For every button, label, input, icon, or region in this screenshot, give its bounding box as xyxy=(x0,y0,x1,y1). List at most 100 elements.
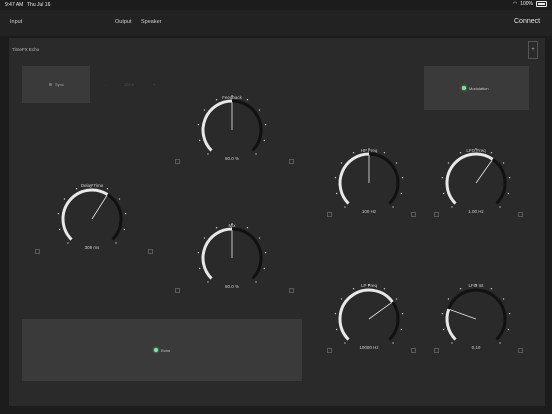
knob-tick xyxy=(447,298,450,300)
knob-tick xyxy=(106,188,109,190)
knob-tick xyxy=(499,206,501,208)
knob-tick xyxy=(258,109,261,111)
status-right: ◠ 100% xyxy=(513,1,547,7)
sync-led xyxy=(49,83,52,86)
knob-tick xyxy=(507,192,510,195)
knob-tick xyxy=(508,176,511,179)
knob-pointer xyxy=(91,195,108,220)
knob-tick xyxy=(442,192,445,195)
modulation-toggle[interactable]: Modulation xyxy=(424,66,529,110)
knob-tick xyxy=(400,192,403,195)
knob-min-checkbox[interactable] xyxy=(175,288,180,293)
knob-tick xyxy=(115,242,117,244)
knob-max-checkbox[interactable] xyxy=(148,249,153,254)
knob-tick xyxy=(215,99,218,101)
knob-tick xyxy=(490,152,493,154)
tab-input[interactable]: Input xyxy=(10,19,22,25)
knob-tick xyxy=(401,176,404,179)
knob-tick xyxy=(264,123,267,126)
knob-dial[interactable] xyxy=(439,146,513,220)
knob-tick xyxy=(459,288,462,290)
knob-tick xyxy=(231,95,233,97)
knob-tick xyxy=(198,139,201,142)
knob-tick xyxy=(451,206,453,208)
knob-tick xyxy=(123,228,126,231)
tempo-plus-button[interactable]: + xyxy=(153,82,155,87)
knob-tick xyxy=(490,288,493,290)
knob-tick xyxy=(334,176,337,179)
knob-tick xyxy=(75,188,78,190)
knob-max-checkbox[interactable] xyxy=(289,288,294,293)
knob-dial[interactable] xyxy=(195,221,269,295)
add-button[interactable]: + xyxy=(528,41,538,59)
connect-button[interactable]: Connect xyxy=(514,18,540,25)
knob-dial[interactable] xyxy=(195,93,269,167)
knob-tick xyxy=(264,251,267,254)
knob-tick xyxy=(401,312,404,315)
knob-tick xyxy=(255,281,257,283)
knob-fill xyxy=(445,308,457,341)
knob-tick xyxy=(57,212,60,215)
knob-fill xyxy=(61,188,109,241)
knob-tick xyxy=(340,298,343,300)
knob-tick xyxy=(263,267,266,270)
knob-tick xyxy=(263,139,266,142)
knob-tick xyxy=(352,152,355,154)
knob-tick xyxy=(124,212,127,215)
knob-tick xyxy=(63,198,66,200)
tab-speaker[interactable]: Speaker xyxy=(141,19,162,25)
tab-output[interactable]: Output xyxy=(115,19,132,25)
knob-tick xyxy=(203,237,206,239)
tempo-minus-button[interactable]: - xyxy=(105,82,106,87)
echo-toggle[interactable]: Echo xyxy=(22,319,302,381)
knob-tick xyxy=(475,148,477,150)
knob-tick xyxy=(335,192,338,195)
knob-tick xyxy=(499,342,501,344)
knob-max-checkbox[interactable] xyxy=(289,159,294,164)
sync-label: Sync xyxy=(55,82,64,87)
knob-tick xyxy=(475,284,477,286)
knob-fill xyxy=(201,227,233,280)
knob-tick xyxy=(368,284,370,286)
knob-tick xyxy=(91,184,93,186)
knob-tick xyxy=(335,328,338,331)
top-bar: Input Output Speaker Connect xyxy=(0,10,552,36)
knob-max-checkbox[interactable] xyxy=(411,212,416,217)
knob-tick xyxy=(207,281,209,283)
echo-led xyxy=(154,348,158,352)
knob-tick xyxy=(441,312,444,315)
panel-title: TimeFX Echo xyxy=(12,47,40,52)
knob-fill xyxy=(338,152,370,205)
knob-track xyxy=(445,288,507,341)
knob-tick xyxy=(395,162,398,164)
wifi-icon: ◠ xyxy=(512,1,518,7)
knob-tick xyxy=(258,237,261,239)
knob-tick xyxy=(344,206,346,208)
status-time: 9:47 AM xyxy=(5,2,24,8)
knob-tick xyxy=(507,328,510,331)
knob-dial[interactable] xyxy=(55,182,129,256)
knob-min-checkbox[interactable] xyxy=(175,159,180,164)
knob-max-checkbox[interactable] xyxy=(518,348,523,353)
echo-label: Echo xyxy=(161,348,171,353)
knob-tick xyxy=(198,267,201,270)
knob-dial[interactable] xyxy=(439,282,513,356)
knob-fill xyxy=(201,99,233,152)
knob-tick xyxy=(246,99,249,101)
knob-dial[interactable] xyxy=(332,146,406,220)
sync-toggle[interactable]: Sync xyxy=(22,66,90,103)
knob-max-checkbox[interactable] xyxy=(411,348,416,353)
knob-tick xyxy=(368,148,370,150)
knob-min-checkbox[interactable] xyxy=(35,249,40,254)
knob-pointer xyxy=(368,302,392,320)
knob-pointer xyxy=(449,309,477,320)
knob-max-checkbox[interactable] xyxy=(518,212,523,217)
knob-tick xyxy=(383,288,386,290)
knob-tick xyxy=(246,227,249,229)
knob-tick xyxy=(502,162,505,164)
status-date: Thu Jul 16 xyxy=(27,2,51,8)
knob-tick xyxy=(231,223,233,225)
knob-fill xyxy=(445,152,494,205)
battery-icon xyxy=(536,1,547,7)
knob-dial[interactable] xyxy=(332,282,406,356)
